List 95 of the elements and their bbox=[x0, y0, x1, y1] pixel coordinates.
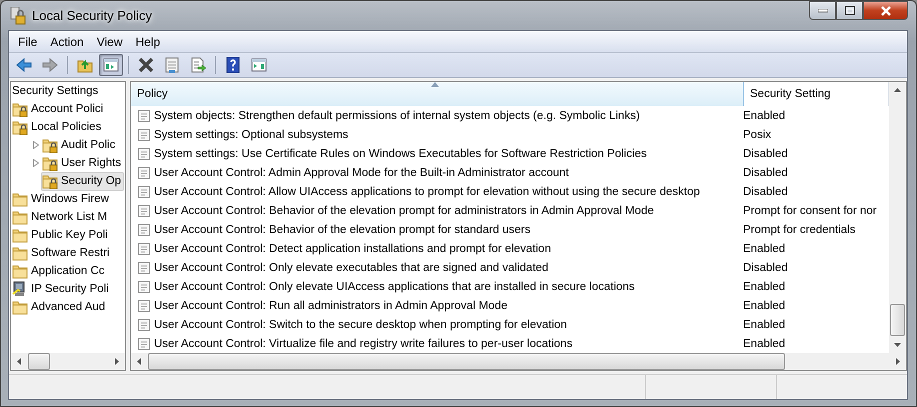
locked-folder-icon bbox=[12, 101, 28, 117]
column-header[interactable]: Policy bbox=[131, 82, 744, 106]
tree-item[interactable]: Application Cc bbox=[11, 262, 108, 280]
table-cell: User Account Control: Run all administrators in Admin Approval Mode bbox=[154, 300, 508, 312]
policy-icon bbox=[137, 128, 151, 142]
horizontal-scrollbar[interactable] bbox=[131, 353, 906, 370]
policy-icon bbox=[137, 166, 151, 180]
scrollbar-thumb[interactable] bbox=[890, 304, 905, 336]
policy-icon bbox=[137, 260, 151, 274]
console-tree-icon bbox=[103, 57, 119, 73]
policy-icon bbox=[137, 242, 151, 256]
table-cell: User Account Control: Only elevate executables that are signed and validated bbox=[154, 262, 548, 274]
policy-icon bbox=[137, 336, 151, 350]
table-cell: User Account Control: Virtualize file and registry write failures to per-user locations bbox=[154, 338, 572, 350]
table-cell: User Account Control: Allow UIAccess applications to prompt for elevation without using the secure desktop bbox=[154, 186, 700, 198]
table-cell: Enabled bbox=[743, 338, 786, 350]
close-icon bbox=[880, 6, 892, 16]
tree-item[interactable]: User Rights bbox=[41, 154, 124, 172]
export-list-icon bbox=[190, 57, 206, 73]
forward-arrow-icon bbox=[42, 57, 58, 73]
minimize-button[interactable] bbox=[809, 1, 836, 20]
folder-icon bbox=[12, 209, 28, 225]
x-icon bbox=[138, 57, 154, 73]
lock-document-icon bbox=[10, 6, 26, 24]
toolbar-button[interactable] bbox=[99, 54, 123, 76]
policy-icon bbox=[137, 298, 151, 312]
policy-icon bbox=[137, 222, 151, 236]
locked-folder-icon bbox=[42, 173, 58, 189]
table-cell: Enabled bbox=[743, 318, 786, 330]
window-title: Local Security Policy bbox=[32, 8, 152, 23]
tree-item[interactable]: Windows Firew bbox=[11, 190, 112, 208]
policy-icon bbox=[137, 280, 151, 294]
tree-item[interactable]: Public Key Poli bbox=[11, 226, 111, 244]
tree-item[interactable]: Audit Polic bbox=[41, 136, 118, 154]
expand-arrow-icon[interactable] bbox=[33, 141, 39, 149]
vertical-scrollbar[interactable] bbox=[889, 82, 906, 353]
folder-up-icon bbox=[77, 57, 93, 73]
tree-item[interactable]: Network List M bbox=[11, 208, 110, 226]
tree-item[interactable]: Local Policies bbox=[11, 118, 104, 136]
table-cell: System settings: Optional subsystems bbox=[154, 128, 348, 140]
table-cell: Disabled bbox=[743, 186, 788, 198]
folder-icon bbox=[12, 227, 28, 243]
table-cell: User Account Control: Behavior of the elevation prompt for standard users bbox=[154, 224, 531, 236]
folder-icon bbox=[12, 245, 28, 261]
folder-icon bbox=[12, 263, 28, 279]
expand-arrow-icon[interactable] bbox=[33, 159, 39, 167]
table-cell: Enabled bbox=[743, 300, 786, 312]
help-icon bbox=[225, 57, 241, 73]
tree-item[interactable]: Advanced Aud bbox=[11, 298, 108, 316]
folder-icon bbox=[12, 299, 28, 315]
menu-item[interactable]: File bbox=[13, 34, 46, 48]
table-cell: Disabled bbox=[743, 148, 788, 160]
menu-item[interactable]: Action bbox=[45, 34, 92, 48]
table-cell: Disabled bbox=[743, 166, 788, 178]
table-cell: Posix bbox=[743, 128, 772, 140]
tree-item[interactable]: Software Restri bbox=[11, 244, 113, 262]
tree-item[interactable]: Security Op bbox=[41, 172, 124, 190]
maximize-icon bbox=[844, 6, 854, 15]
policy-icon bbox=[137, 318, 151, 332]
menu-item[interactable]: View bbox=[92, 34, 130, 48]
policy-icon bbox=[137, 184, 151, 198]
tree-item[interactable]: Security Settings bbox=[11, 82, 125, 100]
back-arrow-icon bbox=[16, 57, 32, 73]
scrollbar-thumb[interactable] bbox=[28, 353, 50, 370]
menu-item[interactable]: Help bbox=[130, 34, 168, 48]
folder-icon bbox=[12, 191, 28, 207]
table-cell: Enabled bbox=[743, 110, 786, 122]
sort-arrow-icon bbox=[431, 82, 439, 87]
table-cell: User Account Control: Behavior of the elevation prompt for administrators in Admin Approval Mode bbox=[154, 204, 654, 216]
table-cell: System objects: Strengthen default permissions of internal system objects (e.g. Symbolic Links) bbox=[154, 110, 640, 122]
properties-icon bbox=[164, 57, 180, 73]
table-cell: Prompt for credentials bbox=[743, 224, 856, 236]
maximize-button[interactable] bbox=[836, 1, 863, 20]
tree-item[interactable]: IP Security Poli bbox=[11, 280, 112, 298]
table-cell: User Account Control: Only elevate UIAccess applications that are installed in secure locations bbox=[154, 280, 635, 292]
horizontal-scrollbar[interactable] bbox=[11, 353, 125, 370]
close-button[interactable] bbox=[863, 1, 908, 20]
table-cell: User Account Control: Detect application installations and prompt for elevation bbox=[154, 242, 551, 254]
table-cell: User Account Control: Admin Approval Mode for the Built-in Administrator account bbox=[154, 166, 569, 178]
table-cell: User Account Control: Switch to the secure desktop when prompting for elevation bbox=[154, 318, 567, 330]
locked-folder-icon bbox=[12, 119, 28, 135]
policy-icon bbox=[137, 108, 151, 122]
table-cell: Prompt for consent for nor bbox=[743, 204, 877, 216]
table-cell: Enabled bbox=[743, 280, 786, 292]
tree-item[interactable]: Account Polici bbox=[11, 100, 106, 118]
locked-folder-icon bbox=[42, 137, 58, 153]
table-cell: System settings: Use Certificate Rules on Windows Executables for Software Restriction Policies bbox=[154, 148, 647, 160]
policy-icon bbox=[137, 204, 151, 218]
action-pane-icon bbox=[251, 57, 267, 73]
table-cell: Disabled bbox=[743, 262, 788, 274]
policy-icon bbox=[137, 146, 151, 160]
minimize-icon bbox=[818, 8, 828, 12]
table-cell: Enabled bbox=[743, 242, 786, 254]
scrollbar-thumb[interactable] bbox=[148, 353, 785, 370]
locked-folder-icon bbox=[42, 155, 58, 171]
